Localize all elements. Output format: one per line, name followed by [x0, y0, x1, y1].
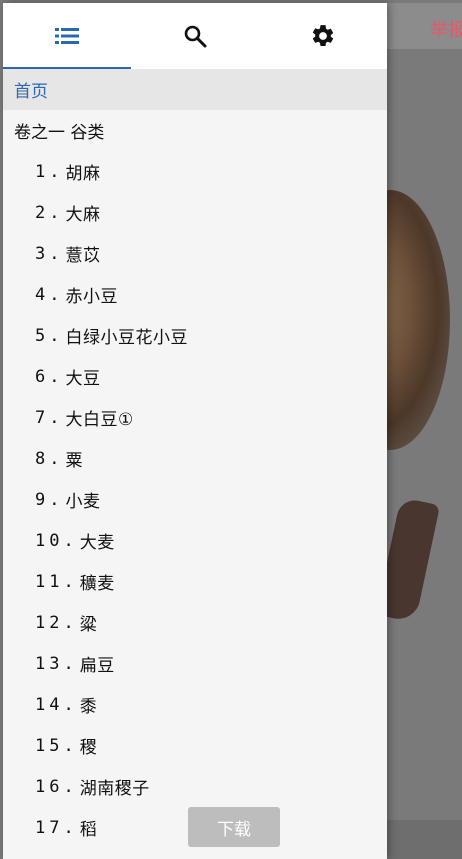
toc-item-label: 大豆	[65, 369, 101, 389]
toc-item-label: 大白豆①	[65, 410, 134, 430]
list-icon	[55, 27, 79, 45]
toc-item-label: 薏苡	[65, 246, 101, 266]
toc-item-label: 稻	[79, 820, 98, 840]
toc-item[interactable]: 12. 粱	[3, 602, 387, 643]
toc-section-grains[interactable]: 卷之一 谷类	[3, 110, 387, 151]
toc-item-label: 大麦	[79, 533, 115, 553]
toc-item-number: 5.	[35, 325, 64, 346]
toc-item-number: 2.	[35, 202, 64, 223]
toc-item-number: 12.	[35, 612, 78, 633]
toc-item-number: 10.	[35, 530, 78, 551]
tab-settings[interactable]	[259, 3, 387, 69]
navigation-drawer: 首页 卷之一 谷类 1. 胡麻 2. 大麻 3. 薏苡 4. 赤小豆 5. 白绿小豆花小豆 6. 大豆…	[3, 3, 387, 859]
toc-item-number: 17.	[35, 817, 78, 838]
toc-section-label: 卷之一 谷类	[14, 123, 105, 143]
download-button[interactable]: 下载	[188, 807, 280, 847]
toc-item-label: 稷	[79, 738, 98, 758]
toc-item[interactable]: 4. 赤小豆	[3, 274, 387, 315]
toc-item-label: 黍	[79, 697, 98, 717]
toc-item-label: 粱	[79, 615, 98, 635]
toc-item[interactable]: 11. 穬麦	[3, 561, 387, 602]
background-report-link[interactable]: 举报	[430, 16, 462, 42]
toc-item-label: 赤小豆	[65, 287, 118, 307]
toc-item-number: 3.	[35, 243, 64, 264]
toc-item[interactable]: 13. 扁豆	[3, 643, 387, 684]
toc-item[interactable]: 7. 大白豆①	[3, 397, 387, 438]
tab-search[interactable]	[131, 3, 259, 69]
toc-item-number: 14.	[35, 694, 78, 715]
toc-item-label: 大麻	[65, 205, 101, 225]
toc-item-number: 9.	[35, 489, 64, 510]
toc-home[interactable]: 首页	[3, 69, 387, 110]
toc-item[interactable]: 8. 粟	[3, 438, 387, 479]
toc-item-label: 湖南稷子	[79, 779, 150, 799]
toc-item-number: 4.	[35, 284, 64, 305]
toc-item-label: 小麦	[65, 492, 101, 512]
toc-item[interactable]: 15. 稷	[3, 725, 387, 766]
toc-item[interactable]: 16. 湖南稷子	[3, 766, 387, 807]
drawer-tab-bar	[3, 3, 387, 70]
toc-item[interactable]: 6. 大豆	[3, 356, 387, 397]
toc-item-label: 穬麦	[79, 574, 115, 594]
toc-item-number: 6.	[35, 366, 64, 387]
toc-items: 1. 胡麻 2. 大麻 3. 薏苡 4. 赤小豆 5. 白绿小豆花小豆 6. 大豆 7. 大白豆① 8. 粟 9…	[3, 151, 387, 848]
toc-item-label: 扁豆	[79, 656, 115, 676]
table-of-contents: 首页 卷之一 谷类 1. 胡麻 2. 大麻 3. 薏苡 4. 赤小豆 5. 白绿小豆花小豆 6. 大豆…	[3, 69, 387, 848]
toc-item[interactable]: 3. 薏苡	[3, 233, 387, 274]
toc-item-label: 白绿小豆花小豆	[65, 328, 188, 348]
toc-item[interactable]: 1. 胡麻	[3, 151, 387, 192]
toc-item-number: 16.	[35, 776, 78, 797]
toc-item-number: 13.	[35, 653, 78, 674]
toc-item-number: 8.	[35, 448, 64, 469]
toc-item-label: 粟	[65, 451, 83, 471]
toc-item[interactable]: 2. 大麻	[3, 192, 387, 233]
screen: 举报 首页 卷之一 谷类 1. 胡麻 2. 大麻 3. 薏苡 4. 赤小豆 5.…	[0, 0, 462, 859]
toc-item[interactable]: 5. 白绿小豆花小豆	[3, 315, 387, 356]
tab-contents[interactable]	[3, 3, 131, 70]
toc-item[interactable]: 14. 黍	[3, 684, 387, 725]
background-bottom-bar	[387, 820, 462, 859]
gear-icon	[310, 23, 336, 49]
toc-item-number: 1.	[35, 161, 64, 182]
toc-item[interactable]: 9. 小麦	[3, 479, 387, 520]
toc-item-number: 7.	[35, 407, 64, 428]
search-icon	[183, 24, 207, 48]
toc-item-number: 11.	[35, 571, 78, 592]
toc-item-number: 15.	[35, 735, 78, 756]
toc-home-label: 首页	[14, 82, 48, 102]
toc-item[interactable]: 10. 大麦	[3, 520, 387, 561]
toc-item-label: 胡麻	[65, 164, 101, 184]
